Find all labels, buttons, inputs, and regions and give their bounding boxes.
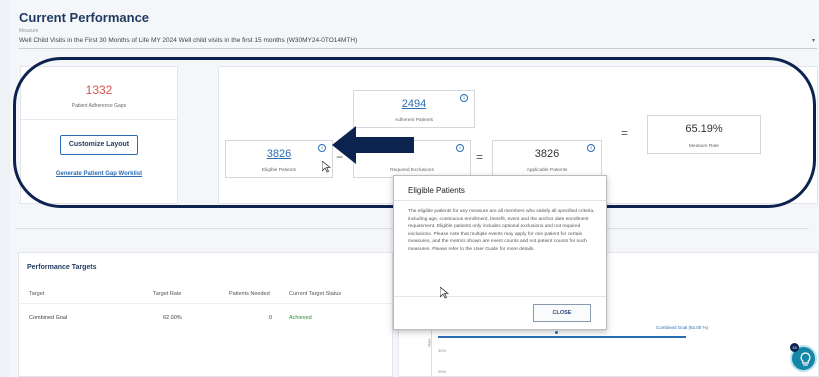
- help-button[interactable]: 15: [790, 343, 817, 372]
- adherent-patients-box: 2494 Adherent Patients i: [353, 90, 475, 128]
- info-icon[interactable]: i: [587, 144, 595, 152]
- adherent-patients-label: Adherent Patients: [394, 118, 434, 123]
- gap-label: Patient Adherence Gaps: [71, 103, 127, 109]
- goal-line: [438, 336, 686, 338]
- y-tick: 25%: [438, 369, 447, 374]
- equals-operator: =: [621, 126, 629, 140]
- info-icon[interactable]: i: [318, 144, 326, 152]
- measure-select[interactable]: Well Child Visits in the First 30 Months…: [19, 35, 817, 49]
- divider: [394, 296, 606, 297]
- eligible-patients-box: 3826 Eligible Patients i: [225, 140, 333, 178]
- equals-operator: =: [476, 150, 484, 164]
- column-header: Patients Needed: [229, 291, 270, 297]
- chart-point: [555, 331, 558, 334]
- eligible-patients-tooltip: Eligible Patients The eligible patients …: [393, 175, 607, 330]
- eligible-patients-label: Eligible Patients: [261, 168, 297, 173]
- chart-y-label: Rate: [426, 338, 432, 347]
- divider: [394, 200, 606, 201]
- page-title: Current Performance: [19, 10, 150, 25]
- tooltip-title: Eligible Patients: [408, 186, 465, 195]
- chevron-down-icon[interactable]: ▾: [812, 35, 815, 47]
- applicable-patients-box: 3826 Applicable Patients i: [492, 140, 602, 178]
- column-header: Current Target Status: [289, 291, 342, 297]
- mouse-cursor-icon: [322, 161, 331, 173]
- divider: [21, 119, 177, 120]
- customize-layout-button[interactable]: Customize Layout: [60, 135, 138, 155]
- measure-rate-value: 65.19%: [685, 123, 723, 135]
- applicable-patients-value: 3826: [534, 148, 560, 160]
- required-exclusions-label: Required Exclusions: [390, 168, 434, 173]
- tooltip-body: The eligible patients for any measure ar…: [408, 209, 595, 252]
- applicable-patients-label: Applicable Patients: [526, 168, 568, 173]
- measure-select-value: Well Child Visits in the First 30 Months…: [19, 37, 358, 44]
- info-icon[interactable]: i: [460, 94, 468, 102]
- cell-needed: 0: [269, 315, 273, 321]
- close-button[interactable]: CLOSE: [533, 304, 591, 322]
- column-header: Target: [29, 291, 45, 297]
- adherence-gaps-card: 1332 Patient Adherence Gaps Customize La…: [20, 66, 178, 204]
- y-tick: 30%: [438, 348, 447, 353]
- required-exclusions-box: Required Exclusions i: [353, 140, 471, 178]
- eligible-patients-value[interactable]: 3826: [226, 148, 332, 160]
- cell-rate: 62.00%: [163, 315, 182, 321]
- mouse-cursor-icon: [440, 287, 449, 299]
- help-badge: 15: [790, 343, 799, 352]
- info-icon[interactable]: i: [456, 144, 464, 152]
- measure-rate-label: Measure Rate: [688, 144, 720, 149]
- adherent-patients-value[interactable]: 2494: [354, 98, 474, 110]
- cell-target: Combined Goal: [29, 315, 68, 321]
- lightbulb-icon: [800, 352, 811, 366]
- cell-status: Achieved: [289, 315, 312, 321]
- performance-targets-card: Performance Targets Target Target Rate P…: [18, 252, 393, 377]
- targets-title: Performance Targets: [27, 264, 97, 271]
- gap-count: 1332: [85, 83, 113, 97]
- measure-label: Measure: [19, 28, 39, 34]
- minus-operator: −: [336, 150, 344, 164]
- chart-legend: Combined Goal (62.00 %): [656, 325, 709, 330]
- chart-axis: [431, 330, 432, 377]
- generate-gap-worklist-link[interactable]: Generate Patient Gap Worklist: [21, 171, 177, 177]
- divider: [19, 303, 392, 304]
- column-header: Target Rate: [153, 291, 182, 297]
- measure-rate-box: 65.19% Measure Rate: [647, 115, 761, 154]
